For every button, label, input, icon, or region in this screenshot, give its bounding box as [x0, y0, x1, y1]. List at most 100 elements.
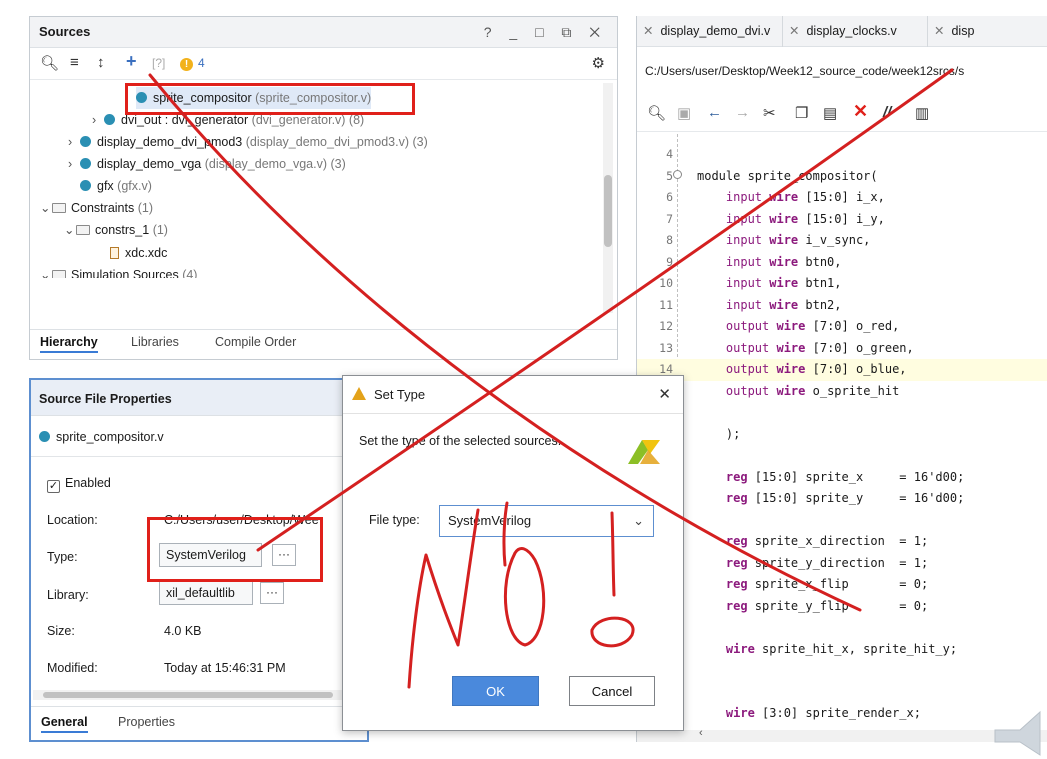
- chevron-down-icon[interactable]: ⌄: [64, 219, 76, 241]
- code-line[interactable]: reg sprite_x_flip = 0;: [637, 574, 1047, 596]
- chevron-right-icon[interactable]: ›: [92, 109, 104, 131]
- paste-icon[interactable]: ▤: [823, 104, 837, 122]
- library-browse-button[interactable]: ···: [260, 582, 284, 604]
- code-line[interactable]: 11 input wire btn2,: [637, 295, 1047, 317]
- search-icon[interactable]: 🔍︎: [40, 54, 59, 72]
- verilog-file-icon: [104, 114, 115, 125]
- code-line[interactable]: 14 output wire [7:0] o_blue,: [637, 359, 1047, 381]
- code-line[interactable]: 7 input wire [15:0] i_y,: [637, 209, 1047, 231]
- line-number: 7: [666, 211, 673, 226]
- code-line[interactable]: [637, 445, 1047, 467]
- chevron-down-icon[interactable]: ⌄: [40, 197, 52, 219]
- code-line[interactable]: wire sprite_hit_x, sprite_hit_y;: [637, 639, 1047, 661]
- copy-icon[interactable]: ❐: [795, 104, 808, 122]
- scrollbar-thumb[interactable]: [43, 692, 333, 698]
- add-sources-icon[interactable]: +: [126, 51, 137, 72]
- type-browse-button[interactable]: ···: [272, 544, 296, 566]
- sources-scrollbar[interactable]: [603, 83, 613, 313]
- code-token: o_sprite_hit: [805, 383, 900, 398]
- code-line[interactable]: 13 output wire [7:0] o_green,: [637, 338, 1047, 360]
- horizontal-scrollbar[interactable]: [33, 690, 365, 700]
- tab-libraries[interactable]: Libraries: [131, 335, 179, 349]
- collapse-all-icon[interactable]: ≡: [70, 54, 79, 71]
- chevron-down-icon[interactable]: ⌄: [633, 506, 644, 536]
- code-line[interactable]: reg sprite_y_direction = 1;: [637, 553, 1047, 575]
- comment-icon[interactable]: //: [883, 104, 891, 121]
- code-line[interactable]: wire [3:0] sprite_render_x;: [637, 703, 1047, 725]
- code-line[interactable]: reg sprite_x_direction = 1;: [637, 531, 1047, 553]
- help-icon[interactable]: [?]: [152, 56, 165, 70]
- code-line[interactable]: reg [15:0] sprite_y = 16'd00;: [637, 488, 1047, 510]
- code-line[interactable]: 12 output wire [7:0] o_red,: [637, 316, 1047, 338]
- expand-all-icon[interactable]: ↕: [97, 54, 105, 71]
- code-token: sprite_y_flip = 0;: [747, 598, 929, 613]
- code-token: wire: [776, 362, 806, 376]
- close-icon[interactable]: ✕: [643, 24, 653, 38]
- fold-marker-icon[interactable]: [673, 169, 682, 179]
- code-token: i_v_sync,: [798, 233, 871, 247]
- tab-compile-order[interactable]: Compile Order: [215, 335, 296, 349]
- code-line[interactable]: reg [15:0] sprite_x = 16'd00;: [637, 467, 1047, 489]
- code-text: input wire [15:0] i_x,: [697, 187, 885, 209]
- search-icon[interactable]: 🔍︎: [647, 104, 666, 122]
- code-line[interactable]: 6 input wire [15:0] i_x,: [637, 187, 1047, 209]
- tab-display-demo-dvi[interactable]: ✕ display_demo_dvi.v: [637, 16, 783, 47]
- code-line[interactable]: 8 input wire i_v_sync,: [637, 230, 1047, 252]
- gear-icon[interactable]: ⚙: [592, 54, 605, 72]
- chevron-down-icon[interactable]: ⌄: [40, 264, 52, 278]
- tab-properties[interactable]: Properties: [118, 715, 175, 729]
- tree-item-xdc[interactable]: xdc.xdc: [110, 242, 167, 264]
- columns-icon[interactable]: ▥: [915, 104, 929, 122]
- code-line[interactable]: 9 input wire btn0,: [637, 252, 1047, 274]
- code-line[interactable]: 10 input wire btn1,: [637, 273, 1047, 295]
- line-number: 9: [666, 254, 673, 269]
- editor-horizontal-scrollbar[interactable]: ‹: [637, 727, 1047, 742]
- window-controls[interactable]: ? _ □ ⧉ ✕: [484, 24, 607, 41]
- tree-item-display-demo-vga[interactable]: › display_demo_vga (display_demo_vga.v) (…: [68, 153, 346, 175]
- file-type-select[interactable]: SystemVerilog ⌄: [439, 505, 654, 537]
- delete-icon[interactable]: ✕: [853, 101, 868, 122]
- tab-display-more[interactable]: ✕ disp: [928, 16, 1047, 47]
- folder-icon: [76, 225, 90, 235]
- code-token: output: [697, 383, 777, 398]
- code-line[interactable]: [637, 510, 1047, 532]
- scrollbar-thumb[interactable]: [604, 175, 612, 247]
- close-icon[interactable]: ✕: [789, 24, 799, 38]
- cut-icon[interactable]: ✂: [763, 104, 776, 122]
- code-line[interactable]: );: [637, 424, 1047, 446]
- tab-general[interactable]: General: [41, 715, 88, 733]
- code-line[interactable]: 5 module sprite_compositor(: [637, 166, 1047, 188]
- code-line[interactable]: output wire o_sprite_hit: [637, 381, 1047, 403]
- chevron-right-icon[interactable]: ›: [68, 153, 80, 175]
- cancel-button[interactable]: Cancel: [569, 676, 655, 706]
- undo-icon[interactable]: ←: [707, 104, 722, 121]
- tree-item-constraints[interactable]: ⌄ Constraints (1): [40, 197, 153, 219]
- code-line[interactable]: [637, 682, 1047, 704]
- warning-icon[interactable]: !: [180, 56, 193, 71]
- tree-item-dvi-out[interactable]: › dvi_out : dvi_generator (dvi_generator.…: [92, 109, 364, 131]
- checkbox-checked-icon[interactable]: ✓: [47, 480, 60, 493]
- tree-item-sprite-compositor[interactable]: sprite_compositor (sprite_compositor.v): [136, 87, 372, 109]
- tree-item-gfx[interactable]: gfx (gfx.v): [80, 175, 152, 197]
- code-text: input wire btn2,: [697, 295, 842, 317]
- code-line[interactable]: [637, 402, 1047, 424]
- redo-icon[interactable]: →: [735, 104, 750, 121]
- tab-display-clocks[interactable]: ✕ display_clocks.v: [783, 16, 928, 47]
- dialog-close-button[interactable]: ✕: [658, 385, 671, 403]
- tree-item-constrs-1[interactable]: ⌄ constrs_1 (1): [64, 219, 168, 241]
- scroll-left-icon[interactable]: ‹: [699, 727, 703, 739]
- code-line[interactable]: 4: [637, 144, 1047, 166]
- code-line[interactable]: [637, 617, 1047, 639]
- enabled-checkbox[interactable]: ✓ Enabled: [47, 476, 111, 493]
- code-area[interactable]: 4 5 module sprite_compositor(6 input wire …: [637, 134, 1047, 742]
- chevron-right-icon[interactable]: ›: [68, 131, 80, 153]
- code-line[interactable]: [637, 660, 1047, 682]
- tree-item-display-demo-dvi-pmod3[interactable]: › display_demo_dvi_pmod3 (display_demo_dv…: [68, 131, 428, 153]
- close-icon[interactable]: ✕: [934, 24, 944, 38]
- code-line[interactable]: reg sprite_y_flip = 0;: [637, 596, 1047, 618]
- save-icon[interactable]: ▣: [677, 104, 691, 122]
- library-value-field: xil_defaultlib: [159, 581, 253, 605]
- tab-hierarchy[interactable]: Hierarchy: [40, 335, 98, 353]
- ok-button[interactable]: OK: [452, 676, 539, 706]
- tree-item-simulation-sources[interactable]: ⌄ Simulation Sources (4): [40, 264, 197, 278]
